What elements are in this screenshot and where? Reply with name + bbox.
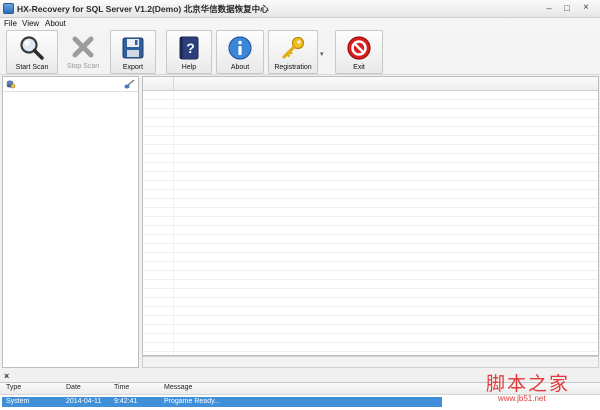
brush-icon[interactable]: [124, 79, 135, 89]
no-entry-icon: [347, 36, 371, 60]
toolbar: Start Scan Stop Scan Export ? Help About…: [0, 30, 600, 75]
help-book-icon: ?: [179, 36, 199, 60]
horizontal-scrollbar[interactable]: [142, 356, 599, 368]
menu-file[interactable]: File: [4, 18, 17, 29]
exit-label: Exit: [353, 64, 365, 71]
export-button[interactable]: Export: [110, 30, 156, 74]
log-row-date: 2014-04-11: [66, 398, 102, 405]
grid-rows: [143, 91, 598, 355]
start-scan-label: Start Scan: [15, 64, 49, 71]
log-close-icon[interactable]: ×: [4, 371, 9, 381]
grid-header: [143, 77, 598, 91]
exit-button[interactable]: Exit: [335, 30, 383, 74]
log-row-type: System: [6, 398, 30, 405]
watermark-text: 脚本之家: [486, 373, 571, 395]
log-col-time[interactable]: Time: [114, 384, 129, 391]
stop-scan-label: Stop Scan: [66, 63, 100, 70]
info-icon: [228, 36, 252, 60]
log-row[interactable]: System 2014-04-11 9:42:41 Progame Ready.…: [2, 397, 442, 407]
watermark-url: www.jb51.net: [498, 394, 546, 403]
about-button[interactable]: About: [216, 30, 264, 74]
log-col-date[interactable]: Date: [66, 384, 81, 391]
log-row-message: Progame Ready...: [164, 398, 220, 405]
title-bar: HX-Recovery for SQL Server V1.2(Demo) 北京…: [0, 0, 600, 18]
records-grid[interactable]: [142, 76, 599, 356]
floppy-disk-icon: [122, 37, 144, 59]
close-button[interactable]: ×: [579, 2, 593, 15]
svg-text:?: ?: [186, 40, 195, 56]
menu-bar: File View About: [0, 18, 600, 30]
app-icon: [3, 3, 14, 14]
tree-header: [3, 77, 138, 92]
stop-scan-button[interactable]: Stop Scan: [60, 30, 106, 74]
start-scan-button[interactable]: Start Scan: [6, 30, 58, 74]
minimize-button[interactable]: –: [542, 2, 556, 15]
menu-view[interactable]: View: [22, 18, 39, 29]
help-button[interactable]: ? Help: [166, 30, 212, 74]
watermark: 脚本之家 www.jb51.net: [480, 369, 598, 409]
key-icon: [282, 36, 305, 59]
help-label: Help: [181, 64, 197, 71]
log-col-message[interactable]: Message: [164, 384, 192, 391]
registration-label: Registration: [274, 64, 312, 71]
export-label: Export: [122, 64, 144, 71]
database-search-icon[interactable]: [6, 79, 16, 89]
about-label: About: [230, 64, 250, 71]
grid-column-divider[interactable]: [173, 77, 174, 91]
window-title: HX-Recovery for SQL Server V1.2(Demo) 北京…: [17, 4, 269, 14]
database-tree-panel[interactable]: [2, 76, 139, 368]
registration-button[interactable]: Registration: [268, 30, 318, 74]
log-col-type[interactable]: Type: [6, 384, 21, 391]
registration-dropdown[interactable]: ▾: [320, 50, 324, 58]
grid-vertical-line: [173, 91, 174, 355]
menu-about[interactable]: About: [45, 18, 66, 29]
x-mark-icon: [72, 36, 94, 58]
log-row-time: 9:42:41: [114, 398, 138, 405]
maximize-button[interactable]: □: [560, 2, 574, 15]
magnifier-icon: [20, 36, 44, 60]
